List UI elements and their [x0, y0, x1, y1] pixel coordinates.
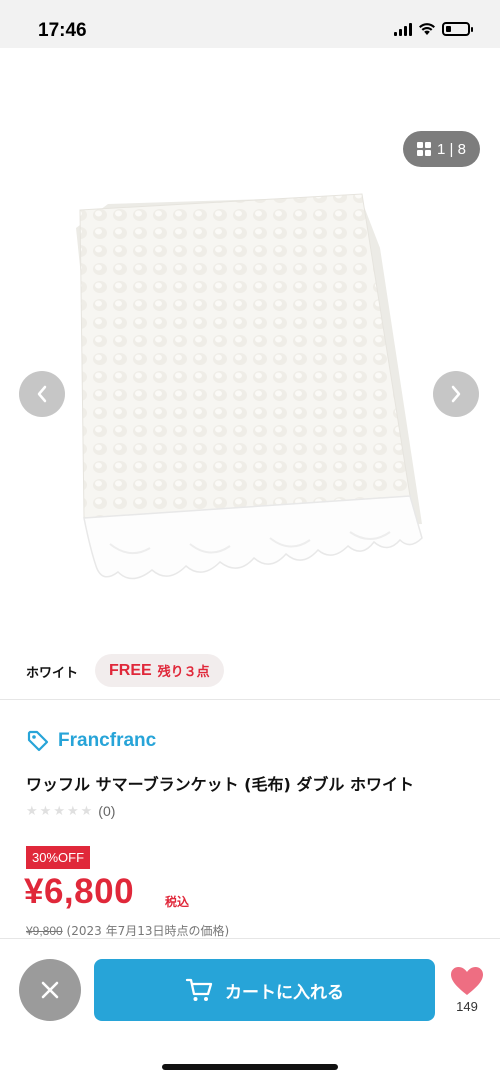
add-to-cart-button[interactable]: カートに入れる	[94, 959, 435, 1021]
previous-image-button[interactable]	[19, 371, 65, 417]
status-icons	[394, 22, 473, 36]
original-price: ¥9,800	[26, 924, 63, 938]
image-counter: 1 | 8	[437, 140, 466, 158]
brand-link[interactable]: Francfranc	[26, 729, 156, 753]
discount-badge: 30%OFF	[26, 846, 91, 869]
close-icon	[41, 981, 59, 999]
chevron-right-icon	[451, 385, 461, 403]
status-time: 17:46	[38, 20, 87, 41]
sale-price: ¥6,800	[24, 872, 135, 911]
close-button[interactable]	[19, 959, 81, 1021]
original-price-row: ¥9,800 (2023 年7月13日時点の価格)	[26, 922, 229, 939]
variant-row: ホワイト FREE 残り３点	[0, 650, 500, 690]
size-label: FREE	[109, 661, 152, 679]
bottom-action-bar: カートに入れる 149	[0, 938, 500, 1080]
star-icon: ★	[39, 803, 52, 819]
divider	[0, 699, 500, 700]
product-gallery[interactable]: 1 | 8	[0, 48, 500, 638]
product-title: ワッフル サマーブランケット (毛布) ダブル ホワイト	[26, 775, 414, 794]
stock-remaining: 残り３点	[157, 665, 210, 680]
variant-color: ホワイト	[26, 666, 79, 681]
cart-icon	[185, 978, 213, 1001]
star-icon: ★	[80, 803, 93, 819]
add-to-cart-label: カートに入れる	[225, 982, 344, 1003]
brand-name: Francfranc	[58, 730, 157, 751]
size-option-button[interactable]: FREE 残り３点	[95, 654, 224, 687]
battery-level	[446, 26, 451, 32]
product-image[interactable]	[70, 188, 440, 598]
battery-icon	[442, 22, 473, 36]
review-count: (0)	[98, 803, 116, 819]
star-icon: ★	[53, 803, 65, 819]
star-icon: ★	[26, 803, 38, 819]
original-price-note: (2023 年7月13日時点の価格)	[66, 924, 230, 938]
grid-icon	[417, 142, 432, 156]
wifi-icon	[419, 23, 435, 35]
tax-label: 税込	[165, 895, 190, 909]
status-bar: 17:46	[0, 0, 500, 48]
chevron-left-icon	[37, 385, 47, 403]
tag-icon	[27, 730, 49, 752]
rating-stars: ★ ★ ★ ★ ★	[26, 805, 92, 818]
favorite-button[interactable]: 149	[446, 965, 488, 1017]
heart-icon	[451, 967, 483, 995]
favorite-count: 149	[456, 999, 478, 1014]
rating-row[interactable]: ★ ★ ★ ★ ★ (0)	[26, 803, 115, 819]
next-image-button[interactable]	[433, 371, 479, 417]
image-counter-button[interactable]: 1 | 8	[403, 131, 480, 167]
star-icon: ★	[66, 803, 79, 819]
home-indicator	[162, 1064, 338, 1070]
signal-icon	[394, 22, 412, 36]
